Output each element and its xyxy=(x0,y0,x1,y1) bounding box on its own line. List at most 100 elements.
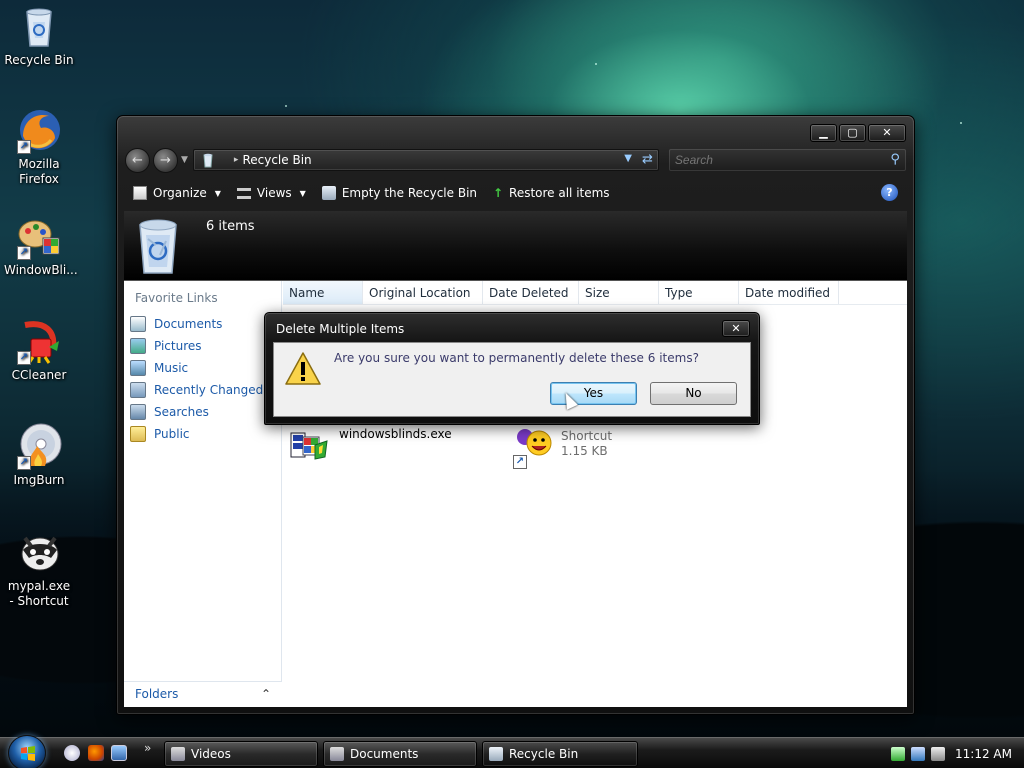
taskbar-button-recycle-bin[interactable]: Recycle Bin xyxy=(482,741,638,767)
column-header-original-location[interactable]: Original Location xyxy=(363,281,483,304)
desktop-icon-mypal[interactable]: mypal.exe - Shortcut xyxy=(4,528,74,609)
folders-label: Folders xyxy=(135,687,179,701)
column-header-date-modified[interactable]: Date modified xyxy=(739,281,839,304)
recycle-bin-icon xyxy=(321,186,336,200)
desktop-icon-label: Recycle Bin xyxy=(4,53,74,67)
help-icon[interactable]: ? xyxy=(881,184,898,201)
favorite-link-searches[interactable]: Searches xyxy=(124,401,281,423)
navigation-bar: ← → ▼ ▸ Recycle Bin ▼ ⇄ ⚲ xyxy=(125,146,906,174)
star xyxy=(960,122,962,124)
close-button[interactable]: ✕ xyxy=(868,124,906,142)
delete-multiple-items-dialog[interactable]: Delete Multiple Items ✕ Are you sure you… xyxy=(264,312,760,425)
favorite-link-label: Searches xyxy=(154,405,209,419)
organize-label: Organize xyxy=(153,186,207,200)
desktop-icon-recycle-bin[interactable]: Recycle Bin xyxy=(4,2,74,68)
empty-recycle-bin-label: Empty the Recycle Bin xyxy=(341,186,478,200)
volume-icon[interactable] xyxy=(931,746,946,761)
taskbar-button-label: Videos xyxy=(191,747,231,761)
favorite-link-music[interactable]: Music xyxy=(124,357,281,379)
dialog-close-button[interactable]: ✕ xyxy=(722,320,750,337)
views-icon xyxy=(236,187,251,199)
mypal-icon xyxy=(15,528,63,576)
dialog-title: Delete Multiple Items xyxy=(276,322,405,336)
taskbar-button-videos[interactable]: Videos xyxy=(164,741,318,767)
shortcut-arrow-icon: ↗ xyxy=(17,246,31,260)
clock[interactable]: 11:12 AM xyxy=(955,747,1012,761)
file-item[interactable]: ↗ Shortcut 1.15 KB xyxy=(511,429,612,469)
refresh-icon[interactable]: ⇄ xyxy=(642,152,653,167)
chevron-up-icon: ⌃ xyxy=(260,687,271,701)
quicklaunch-show-desktop-icon[interactable] xyxy=(111,745,127,761)
breadcrumb-separator-icon: ▸ xyxy=(233,155,239,165)
safely-remove-icon[interactable] xyxy=(891,746,906,761)
column-header-name[interactable]: Name xyxy=(283,281,363,304)
recycle-bin-icon xyxy=(139,219,177,274)
quicklaunch-mypal-icon[interactable] xyxy=(64,745,80,761)
favorite-link-recently-changed[interactable]: Recently Changed xyxy=(124,379,281,401)
file-type: Shortcut xyxy=(561,429,613,443)
file-size: 1.15 KB xyxy=(561,444,608,458)
desktop-icon-label: WindowBli... xyxy=(4,263,78,277)
recent-pages-dropdown[interactable]: ▼ xyxy=(181,155,188,165)
quicklaunch-more-icon[interactable]: » xyxy=(144,741,151,755)
details-header: 6 items xyxy=(124,211,907,281)
item-count: 6 items xyxy=(206,219,255,234)
folders-toggle[interactable]: Folders ⌃ xyxy=(124,681,282,707)
smiley-shortcut-icon: ↗ xyxy=(511,429,555,469)
windowblinds-icon: ↗ xyxy=(15,212,63,260)
folder-icon xyxy=(171,747,185,761)
minimize-button[interactable]: ▁ xyxy=(810,124,837,142)
taskbar: » Videos Documents Recycle Bin 11:12 AM xyxy=(0,735,1024,768)
organize-icon xyxy=(133,186,147,200)
chevron-down-icon: ▼ xyxy=(299,188,306,198)
shortcut-arrow-icon: ↗ xyxy=(17,140,31,154)
empty-recycle-bin-button[interactable]: Empty the Recycle Bin xyxy=(314,181,485,205)
search-input[interactable] xyxy=(668,149,906,171)
desktop-icon-firefox[interactable]: ↗ Mozilla Firefox xyxy=(4,106,74,187)
file-details: Shortcut 1.15 KB xyxy=(561,429,612,463)
desktop-icon-windowblinds[interactable]: ↗ WindowBli... xyxy=(4,212,78,278)
file-name: windowsblinds.exe xyxy=(339,427,452,441)
address-text: Recycle Bin xyxy=(242,153,312,167)
window-controls: ▁ ▢ ✕ xyxy=(810,124,906,142)
folder-icon xyxy=(130,426,146,442)
address-bar[interactable]: ▸ Recycle Bin ▼ ⇄ xyxy=(192,149,659,171)
quicklaunch-firefox-icon[interactable] xyxy=(88,745,104,761)
favorite-link-label: Recently Changed xyxy=(154,383,264,397)
start-button[interactable] xyxy=(8,735,46,768)
windows-flag-icon xyxy=(21,746,35,761)
maximize-button[interactable]: ▢ xyxy=(839,124,866,142)
file-item[interactable]: windowsblinds.exe xyxy=(289,427,452,461)
taskbar-button-documents[interactable]: Documents xyxy=(323,741,477,767)
navigation-pane: Favorite Links Documents Pictures Music … xyxy=(124,281,282,707)
restore-all-button[interactable]: ↑ Restore all items xyxy=(485,181,618,205)
column-header-type[interactable]: Type xyxy=(659,281,739,304)
star xyxy=(285,105,287,107)
favorite-link-pictures[interactable]: Pictures xyxy=(124,335,281,357)
desktop-icon-label: ImgBurn xyxy=(13,473,65,487)
taskbar-button-label: Documents xyxy=(350,747,419,761)
views-button[interactable]: Views ▼ xyxy=(229,181,314,205)
column-header-date-deleted[interactable]: Date Deleted xyxy=(483,281,579,304)
firefox-icon: ↗ xyxy=(15,106,63,154)
network-icon[interactable] xyxy=(911,746,926,761)
search-icon[interactable]: ⚲ xyxy=(890,152,900,167)
taskbar-button-label: Recycle Bin xyxy=(509,747,579,761)
favorite-link-documents[interactable]: Documents xyxy=(124,313,281,335)
folder-icon xyxy=(330,747,344,761)
favorite-links-list: Documents Pictures Music Recently Change… xyxy=(124,313,281,445)
desktop-icon-label: Mozilla Firefox xyxy=(18,157,60,186)
back-button[interactable]: ← xyxy=(125,147,150,173)
column-headers: Name Original Location Date Deleted Size… xyxy=(283,281,907,305)
desktop-icon-imgburn[interactable]: ↗ ImgBurn xyxy=(4,422,74,488)
column-header-size[interactable]: Size xyxy=(579,281,659,304)
forward-button[interactable]: → xyxy=(153,147,178,173)
address-dropdown-icon[interactable]: ▼ xyxy=(624,153,632,164)
views-label: Views xyxy=(256,186,292,200)
chevron-down-icon: ▼ xyxy=(214,188,221,198)
favorite-link-public[interactable]: Public xyxy=(124,423,281,445)
desktop-icon-ccleaner[interactable]: ↗ CCleaner xyxy=(4,317,74,383)
recycle-bin-icon xyxy=(489,747,503,761)
no-button[interactable]: No xyxy=(650,382,737,405)
organize-button[interactable]: Organize ▼ xyxy=(125,181,229,205)
